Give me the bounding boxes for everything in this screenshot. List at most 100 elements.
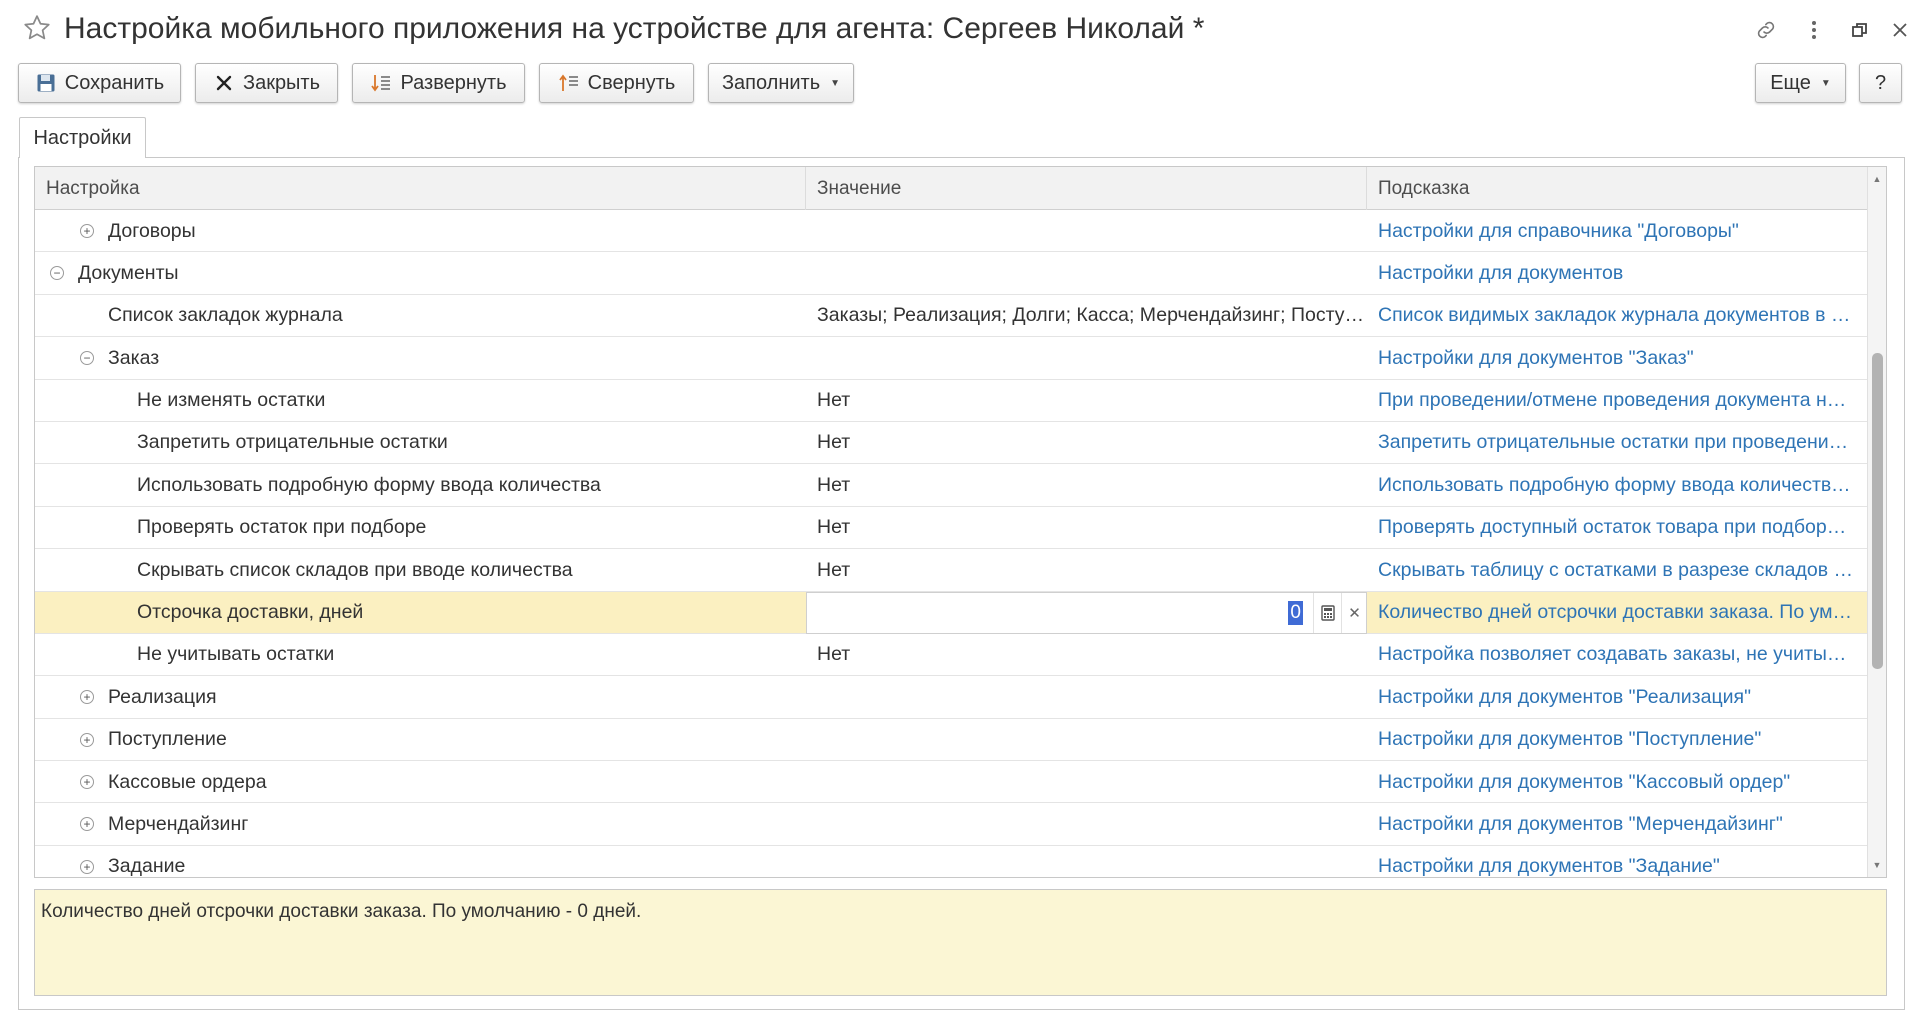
save-button[interactable]: Сохранить bbox=[18, 63, 181, 103]
table-row[interactable]: Не изменять остатки Нет При проведении/о… bbox=[35, 380, 1868, 422]
expand-toggle-icon[interactable]: + bbox=[80, 732, 94, 747]
setting-value-cell[interactable] bbox=[806, 252, 1367, 294]
more-vertical-icon[interactable] bbox=[1800, 16, 1828, 44]
table-row[interactable]: − Заказ Настройки для документов "Заказ" bbox=[35, 337, 1868, 380]
expand-toggle-icon[interactable]: + bbox=[80, 690, 94, 705]
scroll-thumb[interactable] bbox=[1872, 353, 1883, 669]
column-header-hint[interactable]: Подсказка bbox=[1367, 167, 1868, 210]
setting-value-cell[interactable]: Нет bbox=[806, 549, 1367, 591]
setting-hint-cell[interactable]: Настройки для справочника "Договоры" bbox=[1367, 210, 1868, 252]
setting-value-cell[interactable] bbox=[806, 210, 1367, 252]
fill-dropdown-button[interactable]: Заполнить ▼ bbox=[708, 63, 854, 103]
setting-value-cell[interactable]: Нет bbox=[806, 422, 1367, 464]
expand-toggle-icon[interactable]: + bbox=[80, 817, 94, 832]
help-button[interactable]: ? bbox=[1859, 63, 1902, 103]
table-row[interactable]: Использовать подробную форму ввода колич… bbox=[35, 464, 1868, 507]
setting-name-cell: Список закладок журнала bbox=[35, 295, 806, 337]
tab-settings[interactable]: Настройки bbox=[19, 117, 146, 158]
setting-hint-link[interactable]: Настройки для документов "Кассовый ордер… bbox=[1378, 771, 1790, 794]
more-dropdown-button[interactable]: Еще ▼ bbox=[1755, 63, 1846, 103]
setting-hint-link[interactable]: Запретить отрицательные остатки при пров… bbox=[1378, 431, 1854, 454]
table-row[interactable]: Скрывать список складов при вводе количе… bbox=[35, 549, 1868, 592]
setting-name-cell: Запретить отрицательные остатки bbox=[35, 422, 806, 464]
star-icon[interactable] bbox=[22, 13, 52, 43]
table-row[interactable]: + Задание Настройки для документов "Зада… bbox=[35, 846, 1868, 877]
setting-hint-link[interactable]: Количество дней отсрочки доставки заказа… bbox=[1378, 601, 1854, 624]
delay-days-field[interactable]: 0 ✕ bbox=[806, 591, 1367, 634]
column-header-value[interactable]: Значение bbox=[806, 167, 1367, 210]
table-row[interactable]: + Кассовые ордера Настройки для документ… bbox=[35, 761, 1868, 804]
table-row[interactable]: + Договоры Настройки для справочника "До… bbox=[35, 210, 1868, 253]
table-row[interactable]: + Реализация Настройки для документов "Р… bbox=[35, 676, 1868, 719]
setting-hint-link[interactable]: Настройки для документов "Задание" bbox=[1378, 855, 1720, 877]
setting-hint-link[interactable]: Настройки для документов "Реализация" bbox=[1378, 686, 1751, 709]
close-icon[interactable] bbox=[1886, 16, 1914, 44]
setting-value-cell[interactable] bbox=[806, 337, 1367, 379]
setting-hint-link[interactable]: Настройки для документов "Поступление" bbox=[1378, 728, 1761, 751]
setting-value-cell[interactable] bbox=[806, 719, 1367, 761]
delay-days-input[interactable]: 0 bbox=[807, 593, 1313, 633]
setting-value-cell[interactable]: Нет bbox=[806, 507, 1367, 549]
setting-hint-cell[interactable]: Настройки для документов "Заказ" bbox=[1367, 337, 1868, 379]
setting-hint-link[interactable]: Настройки для документов "Заказ" bbox=[1378, 347, 1694, 370]
expand-toggle-icon[interactable]: + bbox=[80, 775, 94, 790]
setting-hint-cell[interactable]: Список видимых закладок журнала документ… bbox=[1367, 295, 1868, 337]
setting-hint-cell[interactable]: Использовать подробную форму ввода колич… bbox=[1367, 464, 1868, 506]
chevron-down-icon: ▼ bbox=[1820, 77, 1831, 89]
setting-hint-cell[interactable]: Настройка позволяет создавать заказы, не… bbox=[1367, 634, 1868, 676]
setting-hint-cell[interactable]: Запретить отрицательные остатки при пров… bbox=[1367, 422, 1868, 464]
setting-hint-cell[interactable]: Настройки для документов "Поступление" bbox=[1367, 719, 1868, 761]
setting-hint-cell[interactable]: При проведении/отмене проведения докумен… bbox=[1367, 380, 1868, 422]
setting-value-cell[interactable]: Нет bbox=[806, 380, 1367, 422]
setting-hint-link[interactable]: Проверять доступный остаток товара при п… bbox=[1378, 516, 1854, 539]
expand-toggle-icon[interactable]: + bbox=[80, 224, 94, 238]
table-row[interactable]: + Мерчендайзинг Настройки для документов… bbox=[35, 803, 1868, 846]
collapse-toggle-icon[interactable]: − bbox=[50, 266, 64, 281]
setting-hint-cell[interactable]: Настройки для документов bbox=[1367, 252, 1868, 294]
setting-hint-cell[interactable]: Скрывать таблицу с остатками в разрезе с… bbox=[1367, 549, 1868, 591]
setting-name: Договоры bbox=[108, 219, 196, 242]
table-row-selected[interactable]: Отсрочка доставки, дней 0 ✕ Количество д… bbox=[35, 591, 1868, 634]
table-row[interactable]: Проверять остаток при подборе Нет Провер… bbox=[35, 507, 1868, 550]
setting-hint-link[interactable]: Настройки для справочника "Договоры" bbox=[1378, 220, 1739, 243]
setting-hint-link[interactable]: Список видимых закладок журнала документ… bbox=[1378, 304, 1854, 327]
setting-hint-link[interactable]: Настройка позволяет создавать заказы, не… bbox=[1378, 643, 1854, 666]
setting-hint-cell[interactable]: Проверять доступный остаток товара при п… bbox=[1367, 507, 1868, 549]
scroll-up-icon[interactable]: ▲ bbox=[1868, 171, 1886, 187]
clear-icon[interactable]: ✕ bbox=[1341, 592, 1367, 633]
setting-hint-link[interactable]: Использовать подробную форму ввода колич… bbox=[1378, 474, 1854, 497]
setting-hint-link[interactable]: Настройки для документов "Мерчендайзинг" bbox=[1378, 813, 1783, 836]
expand-button[interactable]: Развернуть bbox=[352, 63, 525, 103]
restore-icon[interactable] bbox=[1846, 16, 1874, 44]
setting-hint-cell[interactable]: Настройки для документов "Кассовый ордер… bbox=[1367, 761, 1868, 803]
settings-table[interactable]: Настройка Значение Подсказка + Договоры … bbox=[34, 166, 1887, 878]
setting-hint-link[interactable]: Скрывать таблицу с остатками в разрезе с… bbox=[1378, 559, 1854, 582]
calculator-icon[interactable] bbox=[1313, 592, 1341, 633]
setting-hint-cell[interactable]: Количество дней отсрочки доставки заказа… bbox=[1367, 592, 1868, 634]
setting-value-cell[interactable]: Нет bbox=[806, 634, 1367, 676]
column-header-setting[interactable]: Настройка bbox=[35, 167, 806, 210]
expand-toggle-icon[interactable]: + bbox=[80, 859, 94, 874]
setting-value-cell[interactable] bbox=[806, 846, 1367, 877]
setting-hint-cell[interactable]: Настройки для документов "Реализация" bbox=[1367, 676, 1868, 718]
setting-hint-link[interactable]: Настройки для документов bbox=[1378, 262, 1623, 285]
table-row[interactable]: + Поступление Настройки для документов "… bbox=[35, 719, 1868, 762]
setting-hint-cell[interactable]: Настройки для документов "Мерчендайзинг" bbox=[1367, 803, 1868, 845]
link-icon[interactable] bbox=[1752, 16, 1780, 44]
close-button[interactable]: Закрыть bbox=[195, 63, 338, 103]
table-row[interactable]: − Документы Настройки для документов bbox=[35, 252, 1868, 295]
collapse-toggle-icon[interactable]: − bbox=[80, 351, 94, 366]
table-row[interactable]: Запретить отрицательные остатки Нет Запр… bbox=[35, 422, 1868, 465]
setting-hint-link[interactable]: При проведении/отмене проведения докумен… bbox=[1378, 389, 1854, 412]
setting-value-cell[interactable]: Нет bbox=[806, 464, 1367, 506]
collapse-button[interactable]: Свернуть bbox=[539, 63, 694, 103]
vertical-scrollbar[interactable]: ▲ ▼ bbox=[1867, 167, 1886, 877]
setting-value-cell[interactable] bbox=[806, 676, 1367, 718]
setting-value-cell[interactable] bbox=[806, 761, 1367, 803]
table-row[interactable]: Не учитывать остатки Нет Настройка позво… bbox=[35, 634, 1868, 677]
table-row[interactable]: Список закладок журнала Заказы; Реализац… bbox=[35, 295, 1868, 338]
setting-value-cell[interactable] bbox=[806, 803, 1367, 845]
setting-hint-cell[interactable]: Настройки для документов "Задание" bbox=[1367, 846, 1868, 877]
setting-value-cell[interactable]: Заказы; Реализация; Долги; Касса; Мерчен… bbox=[806, 295, 1367, 337]
scroll-down-icon[interactable]: ▼ bbox=[1868, 857, 1886, 873]
